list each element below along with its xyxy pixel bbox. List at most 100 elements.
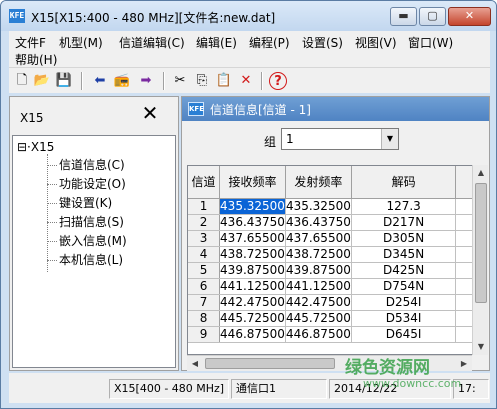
rx-frequency-cell[interactable]: 435.32500 xyxy=(219,198,286,215)
decode-cell[interactable]: D217N xyxy=(351,214,457,231)
table-row[interactable]: 3 437.65500 437.65500 D305N xyxy=(188,230,474,247)
tx-frequency-cell[interactable]: 435.32500 xyxy=(285,198,352,215)
rx-frequency-cell[interactable]: 446.87500 xyxy=(219,326,286,343)
table-row[interactable]: 9 446.87500 446.87500 D645I xyxy=(188,326,474,343)
tx-frequency-cell[interactable]: 438.72500 xyxy=(285,246,352,263)
paste-icon[interactable]: 📋 xyxy=(215,72,233,90)
close-icon[interactable]: ✕ xyxy=(140,103,160,123)
delete-icon[interactable]: ✕ xyxy=(237,72,255,90)
tree-root-x15[interactable]: ⊟·X15 xyxy=(17,140,54,154)
panel-icon: KFE xyxy=(188,102,204,116)
rx-frequency-cell[interactable]: 442.47500 xyxy=(219,294,286,311)
decode-cell[interactable]: D645I xyxy=(351,326,457,343)
menu-edit[interactable]: 编辑(E) xyxy=(196,34,237,51)
channel-number-cell[interactable]: 2 xyxy=(188,214,221,231)
table-row[interactable]: 6 441.12500 441.12500 D754N xyxy=(188,278,474,295)
copy-icon[interactable]: ⎘ xyxy=(193,72,211,90)
menu-view[interactable]: 视图(V) xyxy=(355,34,397,51)
navigation-panel: X15 ✕ ⊟·X15 信道信息(C) 功能设定(O) 键设置(K) 扫描信息(… xyxy=(9,96,179,371)
table-row[interactable]: 7 442.47500 442.47500 D254I xyxy=(188,294,474,311)
scroll-right-icon[interactable]: ▶ xyxy=(456,356,472,372)
tree-item-scan-info[interactable]: 扫描信息(S) xyxy=(47,213,124,230)
save-icon[interactable]: 💾 xyxy=(55,72,73,90)
table-row[interactable]: 4 438.72500 438.72500 D345N xyxy=(188,246,474,263)
rx-frequency-cell[interactable]: 441.12500 xyxy=(219,278,286,295)
decode-cell[interactable]: 127.3 xyxy=(351,198,457,215)
maximize-button[interactable]: ▢ xyxy=(419,7,446,26)
menu-file[interactable]: 文件F xyxy=(15,34,46,51)
menu-help[interactable]: 帮助(H) xyxy=(15,51,57,68)
channel-number-cell[interactable]: 6 xyxy=(188,278,221,295)
spare-cell xyxy=(455,326,474,343)
decode-cell[interactable]: D425N xyxy=(351,262,457,279)
menu-model[interactable]: 机型(M) xyxy=(59,34,103,51)
tree-item-channel-info[interactable]: 信道信息(C) xyxy=(47,156,125,173)
vertical-scroll-thumb[interactable] xyxy=(475,183,487,303)
vertical-scrollbar[interactable]: ▲ ▼ xyxy=(472,165,488,355)
spare-cell xyxy=(455,294,474,311)
menu-program[interactable]: 编程(P) xyxy=(249,34,290,51)
menu-settings[interactable]: 设置(S) xyxy=(302,34,343,51)
table-row[interactable]: 8 445.72500 445.72500 D534I xyxy=(188,310,474,327)
tx-frequency-cell[interactable]: 439.87500 xyxy=(285,262,352,279)
tx-frequency-cell[interactable]: 446.87500 xyxy=(285,326,352,343)
channel-number-cell[interactable]: 8 xyxy=(188,310,221,327)
channel-number-cell[interactable]: 4 xyxy=(188,246,221,263)
cut-icon[interactable]: ✂ xyxy=(171,72,189,90)
channel-number-cell[interactable]: 9 xyxy=(188,326,221,343)
column-header-rx-frequency[interactable]: 接收频率 xyxy=(219,166,286,199)
close-button[interactable]: ✕ xyxy=(448,7,491,26)
table-row[interactable]: 5 439.87500 439.87500 D425N xyxy=(188,262,474,279)
tree-item-function-settings[interactable]: 功能设定(O) xyxy=(47,175,126,192)
minimize-button[interactable]: ▬ xyxy=(390,7,417,26)
scroll-up-icon[interactable]: ▲ xyxy=(473,165,489,181)
table-row[interactable]: 1 435.32500 435.32500 127.3 xyxy=(188,198,474,215)
decode-cell[interactable]: D254I xyxy=(351,294,457,311)
tx-frequency-cell[interactable]: 436.43750 xyxy=(285,214,352,231)
channel-number-cell[interactable]: 5 xyxy=(188,262,221,279)
open-folder-icon[interactable]: 📂 xyxy=(33,72,51,90)
group-dropdown[interactable]: 1 ▼ xyxy=(281,128,399,150)
table-row[interactable]: 2 436.43750 436.43750 D217N xyxy=(188,214,474,231)
menu-channel-edit[interactable]: 信道编辑(C) xyxy=(119,34,185,51)
column-header-decode[interactable]: 解码 xyxy=(351,166,457,199)
read-radio-icon[interactable]: ⬅ xyxy=(91,72,109,90)
spare-cell xyxy=(455,278,474,295)
column-header-channel[interactable]: 信道 xyxy=(188,166,221,199)
radio-transfer-icon[interactable]: 📻 xyxy=(113,72,131,90)
new-file-icon[interactable]: 🗋 xyxy=(13,72,31,90)
tx-frequency-cell[interactable]: 445.72500 xyxy=(285,310,352,327)
toolbar: 🗋 📂 💾 ⬅ 📻 ➡ ✂ ⎘ 📋 ✕ ? xyxy=(9,67,490,93)
menu-window[interactable]: 窗口(W) xyxy=(408,34,453,51)
spare-cell xyxy=(455,310,474,327)
decode-cell[interactable]: D754N xyxy=(351,278,457,295)
toolbar-separator xyxy=(261,72,263,90)
chevron-down-icon[interactable]: ▼ xyxy=(381,129,398,149)
title-bar: KFE X15[X15:400 - 480 MHz][文件名:new.dat] … xyxy=(1,1,496,31)
rx-frequency-cell[interactable]: 437.65500 xyxy=(219,230,286,247)
tree-item-embedded-info[interactable]: 嵌入信息(M) xyxy=(47,232,127,249)
rx-frequency-cell[interactable]: 445.72500 xyxy=(219,310,286,327)
write-radio-icon[interactable]: ➡ xyxy=(137,72,155,90)
navigation-tree: ⊟·X15 信道信息(C) 功能设定(O) 键设置(K) 扫描信息(S) 嵌入信… xyxy=(12,135,176,368)
tree-item-device-info[interactable]: 本机信息(L) xyxy=(47,251,123,268)
tx-frequency-cell[interactable]: 441.12500 xyxy=(285,278,352,295)
toolbar-separator xyxy=(81,72,83,90)
decode-cell[interactable]: D534I xyxy=(351,310,457,327)
rx-frequency-cell[interactable]: 436.43750 xyxy=(219,214,286,231)
scroll-left-icon[interactable]: ◀ xyxy=(187,356,203,372)
decode-cell[interactable]: D305N xyxy=(351,230,457,247)
tx-frequency-cell[interactable]: 442.47500 xyxy=(285,294,352,311)
channel-number-cell[interactable]: 1 xyxy=(188,198,221,215)
channel-number-cell[interactable]: 7 xyxy=(188,294,221,311)
tree-item-key-settings[interactable]: 键设置(K) xyxy=(47,194,112,211)
decode-cell[interactable]: D345N xyxy=(351,246,457,263)
scroll-down-icon[interactable]: ▼ xyxy=(473,339,489,355)
rx-frequency-cell[interactable]: 438.72500 xyxy=(219,246,286,263)
horizontal-scroll-thumb[interactable] xyxy=(205,358,335,369)
tx-frequency-cell[interactable]: 437.65500 xyxy=(285,230,352,247)
channel-number-cell[interactable]: 3 xyxy=(188,230,221,247)
help-icon[interactable]: ? xyxy=(269,72,287,90)
rx-frequency-cell[interactable]: 439.87500 xyxy=(219,262,286,279)
column-header-tx-frequency[interactable]: 发射频率 xyxy=(285,166,352,199)
